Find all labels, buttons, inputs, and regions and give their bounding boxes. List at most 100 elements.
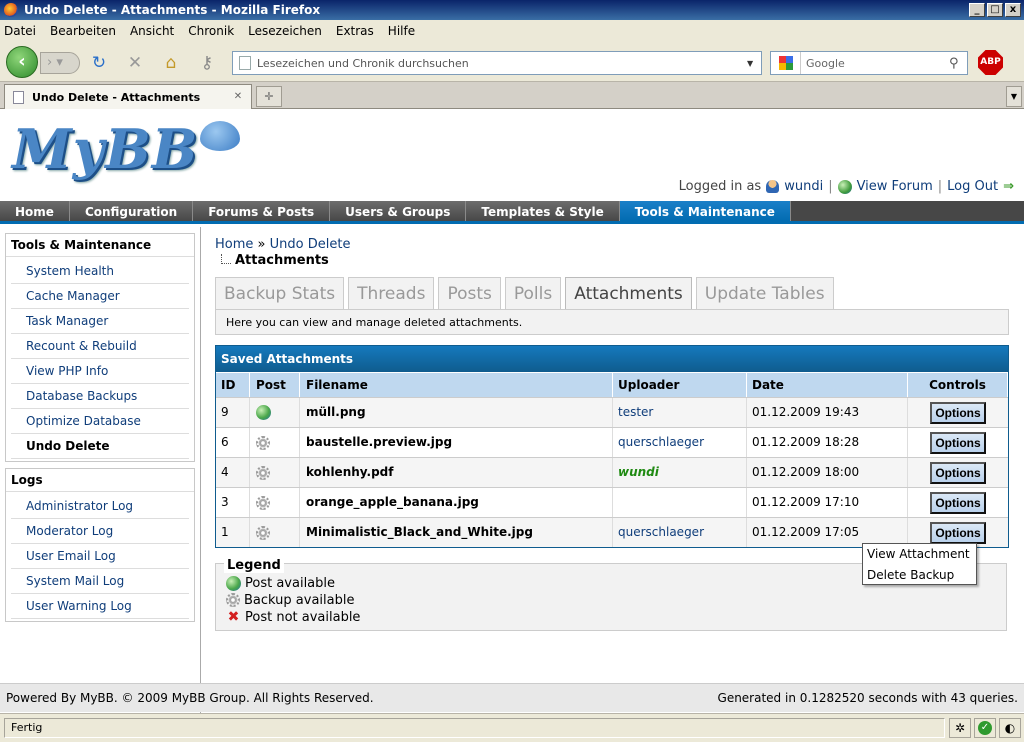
- magnifier-icon[interactable]: ⚲: [949, 56, 967, 71]
- sidebar-item-recount-rebuild[interactable]: Recount & Rebuild: [11, 334, 189, 359]
- sidebar-item-task-manager[interactable]: Task Manager: [11, 309, 189, 334]
- options-button[interactable]: Options: [930, 431, 986, 454]
- status-bar: Fertig ✲ ✓ ◐: [0, 713, 1024, 742]
- tab-polls[interactable]: Polls: [504, 277, 562, 309]
- nav-forums-posts[interactable]: Forums & Posts: [193, 201, 331, 221]
- sidebar-item-database-backups[interactable]: Database Backups: [11, 384, 189, 409]
- menu-datei[interactable]: Datei: [4, 24, 36, 38]
- table-header: ID Post Filename Uploader Date Controls: [216, 372, 1008, 397]
- menu-hilfe[interactable]: Hilfe: [388, 24, 415, 38]
- breadcrumb-undo-delete[interactable]: Undo Delete: [270, 237, 351, 252]
- gear-icon: [256, 465, 270, 480]
- footer-copyright: Powered By MyBB. © 2009 MyBB Group. All …: [6, 691, 374, 705]
- globe-icon: [837, 179, 852, 194]
- sidebar-item-administrator-log[interactable]: Administrator Log: [11, 494, 189, 519]
- options-button[interactable]: Options: [930, 521, 986, 544]
- sidebar-item-system-health[interactable]: System Health: [11, 259, 189, 284]
- mybb-logo[interactable]: MyBB: [12, 119, 241, 189]
- row-id: 4: [216, 458, 250, 487]
- gear-icon: [256, 525, 270, 540]
- stop-icon[interactable]: ✕: [124, 52, 146, 74]
- tab-threads[interactable]: Threads: [348, 277, 435, 309]
- adblock-plus-icon[interactable]: ABP: [978, 50, 1003, 75]
- tab-update-tables[interactable]: Update Tables: [695, 277, 834, 309]
- post-available-icon[interactable]: [256, 405, 271, 420]
- sidebar-item-view-php-info[interactable]: View PHP Info: [11, 359, 189, 384]
- back-button[interactable]: ‹: [6, 46, 38, 78]
- minimize-button[interactable]: _: [969, 3, 985, 17]
- search-bar[interactable]: Google ⚲: [770, 51, 968, 75]
- col-date: Date: [747, 373, 908, 397]
- nav-templates-style[interactable]: Templates & Style: [466, 201, 620, 221]
- forward-button[interactable]: › ▾: [40, 52, 80, 74]
- addon-icon[interactable]: ✲: [949, 718, 971, 738]
- row-filename: kohlenhy.pdf: [300, 458, 613, 487]
- row-filename: müll.png: [300, 398, 613, 427]
- sidebar-item-undo-delete[interactable]: Undo Delete: [11, 434, 189, 459]
- tab-posts[interactable]: Posts: [438, 277, 501, 309]
- username-link[interactable]: wundi: [784, 179, 823, 194]
- options-button[interactable]: Options: [930, 461, 986, 484]
- view-forum-link[interactable]: View Forum: [857, 179, 933, 194]
- sidebar-item-optimize-database[interactable]: Optimize Database: [11, 409, 189, 434]
- red-x-icon: ✖: [227, 609, 240, 625]
- page-icon: [239, 56, 251, 70]
- row-uploader[interactable]: [613, 488, 747, 517]
- row-id: 9: [216, 398, 250, 427]
- page-icon: [13, 90, 24, 104]
- menu-chronik[interactable]: Chronik: [188, 24, 234, 38]
- legend-item: ✖ Post not available: [226, 609, 361, 625]
- maximize-button[interactable]: □: [987, 3, 1003, 17]
- menu-bearbeiten[interactable]: Bearbeiten: [50, 24, 116, 38]
- home-icon[interactable]: ⌂: [160, 52, 182, 74]
- back-arrow-icon: ‹: [18, 51, 26, 72]
- row-filename: baustelle.preview.jpg: [300, 428, 613, 457]
- table-title: Saved Attachments: [216, 346, 1008, 372]
- row-uploader[interactable]: querschlaeger: [613, 518, 747, 547]
- extension-status-icon[interactable]: ◐: [999, 718, 1021, 738]
- menu-ansicht[interactable]: Ansicht: [130, 24, 174, 38]
- options-button[interactable]: Options: [930, 491, 986, 514]
- gear-icon: [256, 435, 270, 450]
- menu-extras[interactable]: Extras: [336, 24, 374, 38]
- row-date: 01.12.2009 17:10: [747, 488, 908, 517]
- forward-arrow-icon: › ▾: [47, 55, 63, 70]
- sidebar-item-system-mail-log[interactable]: System Mail Log: [11, 569, 189, 594]
- row-uploader[interactable]: tester: [613, 398, 747, 427]
- menu-lesezeichen[interactable]: Lesezeichen: [248, 24, 322, 38]
- sidebar-item-moderator-log[interactable]: Moderator Log: [11, 519, 189, 544]
- breadcrumb-home[interactable]: Home: [215, 237, 253, 252]
- tree-connector-icon: [221, 253, 231, 264]
- nav-home[interactable]: Home: [0, 201, 70, 221]
- tab-backup-stats[interactable]: Backup Stats: [215, 277, 345, 309]
- browser-tab[interactable]: Undo Delete - Attachments ✕: [4, 84, 252, 109]
- logout-link[interactable]: Log Out: [947, 179, 998, 194]
- url-placeholder: Lesezeichen und Chronik durchsuchen: [257, 56, 469, 70]
- url-bar[interactable]: Lesezeichen und Chronik durchsuchen ▼: [232, 51, 762, 75]
- close-button[interactable]: x: [1005, 3, 1021, 17]
- tab-description: Here you can view and manage deleted att…: [215, 309, 1009, 335]
- gear-icon: [256, 495, 270, 510]
- security-ok-icon[interactable]: ✓: [974, 718, 996, 738]
- tab-list-dropdown[interactable]: ▼: [1006, 86, 1022, 107]
- tab-close-icon[interactable]: ✕: [231, 90, 245, 104]
- row-uploader[interactable]: wundi: [613, 458, 747, 487]
- menu-delete-backup[interactable]: Delete Backup: [863, 565, 976, 586]
- url-dropdown-icon[interactable]: ▼: [747, 59, 761, 68]
- nav-users-groups[interactable]: Users & Groups: [330, 201, 467, 221]
- saved-attachments-table: Saved Attachments ID Post Filename Uploa…: [215, 345, 1009, 548]
- row-uploader[interactable]: querschlaeger: [613, 428, 747, 457]
- search-engine-selector[interactable]: [771, 52, 801, 74]
- sidebar-item-user-email-log[interactable]: User Email Log: [11, 544, 189, 569]
- options-button[interactable]: Options: [930, 401, 986, 424]
- new-tab-button[interactable]: ✛: [256, 86, 282, 107]
- menu-view-attachment[interactable]: View Attachment: [863, 544, 976, 565]
- reload-icon[interactable]: ↻: [88, 52, 110, 74]
- nav-configuration[interactable]: Configuration: [69, 201, 194, 221]
- navigation-toolbar: ‹ › ▾ ↻ ✕ ⌂ ⚷ Lesezeichen und Chronik du…: [0, 42, 1024, 82]
- sidebar-item-cache-manager[interactable]: Cache Manager: [11, 284, 189, 309]
- nav-tools-maintenance[interactable]: Tools & Maintenance: [619, 201, 791, 221]
- tools-key-icon[interactable]: ⚷: [196, 52, 218, 74]
- sidebar-item-user-warning-log[interactable]: User Warning Log: [11, 594, 189, 619]
- tab-attachments[interactable]: Attachments: [565, 277, 692, 310]
